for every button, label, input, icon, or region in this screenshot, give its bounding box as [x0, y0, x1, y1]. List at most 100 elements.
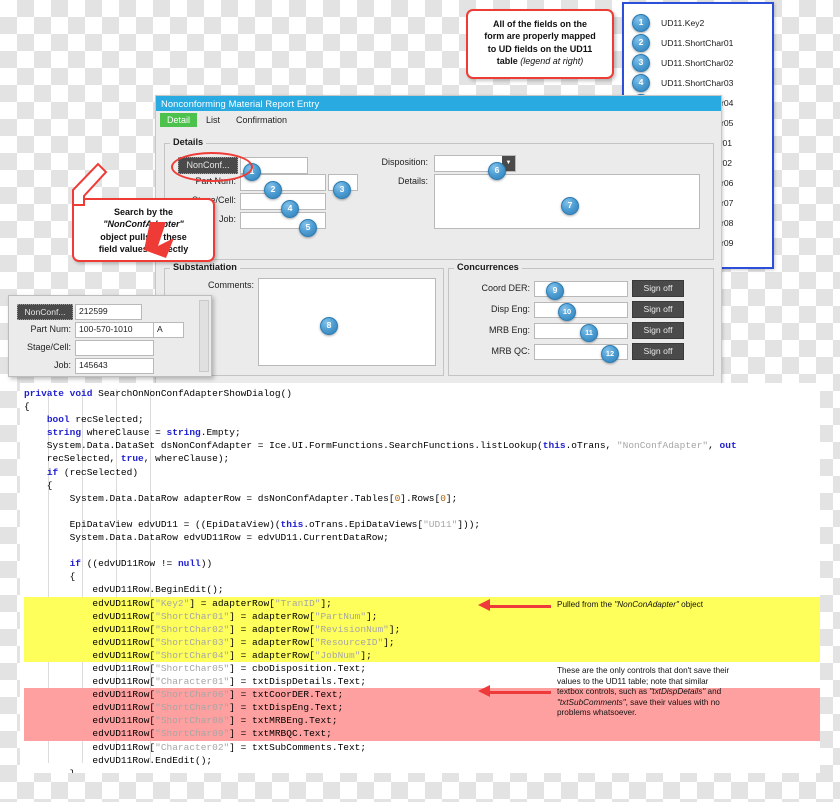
popup-job-label: Job:	[53, 360, 71, 370]
popup-stage-cell-label: Stage/Cell:	[26, 342, 71, 352]
popup-nonconf-value[interactable]: 212599	[75, 304, 142, 320]
legend-item: 2 UD11.ShortChar01	[624, 33, 772, 53]
annotation-only-controls-line5: problems whatsoever.	[557, 708, 637, 718]
code-line-highlight-red: edvUD11Row["ShortChar09"] = txtMRBQC.Tex…	[24, 727, 820, 741]
code-line: }	[24, 767, 820, 773]
disp-eng-label: Disp Eng:	[490, 304, 530, 314]
legend-item-label: UD11.Key2	[661, 18, 705, 28]
coord-der-label: Coord DER:	[481, 283, 530, 293]
annotation-only-controls: These are the only controls that don't s…	[557, 666, 809, 719]
signoff-mrb-qc-button[interactable]: Sign off	[632, 343, 684, 360]
callout-top-line2: form are properly mapped	[484, 31, 596, 42]
code-line-highlight-yellow: edvUD11Row["ShortChar03"] = adapterRow["…	[24, 635, 820, 649]
popup-scrollbar[interactable]	[199, 300, 209, 372]
code-line: string whereClause = string.Empty;	[46, 427, 241, 439]
callout-top-line4: table (legend at right)	[474, 55, 606, 67]
annotation-arrowhead-red	[478, 685, 490, 697]
legend-item: 3 UD11.ShortChar02	[624, 53, 772, 73]
details-label: Details:	[397, 176, 428, 186]
popup-part-num-value[interactable]: 100-570-1010	[75, 322, 154, 338]
annotation-line4-b: , save their values with no	[625, 697, 720, 707]
code-line-highlight-yellow: edvUD11Row["ShortChar04"] = adapterRow["…	[24, 648, 820, 662]
legend-item-label: UD11.ShortChar01	[661, 38, 734, 48]
legend-marker: 4	[632, 74, 650, 92]
code-line: edvUD11Row.EndEdit();	[24, 754, 213, 766]
annotation-only-controls-line1: These are the only controls that don't s…	[557, 666, 730, 675]
annotation-only-controls-line4: "txtSubComments", save their values with…	[557, 698, 809, 709]
nonconf-search-popup: NonConf... 212599 Part Num: 100-570-1010…	[8, 295, 212, 377]
marker-7: 7	[561, 197, 579, 215]
window-title: Nonconforming Material Report Entry	[156, 96, 721, 111]
code-line-highlight-yellow: edvUD11Row["ShortChar02"] = adapterRow["…	[24, 622, 820, 636]
legend-item-label: UD11.ShortChar02	[661, 58, 734, 68]
code-line: bool recSelected;	[46, 414, 144, 426]
annotation-line4-a: "txtSubComments"	[557, 697, 626, 707]
code-line: private void SearchOnNonConfAdapterShowD…	[24, 388, 292, 399]
code-line: edvUD11Row.BeginEdit();	[24, 584, 224, 596]
annotation-arrowhead-yellow	[478, 599, 490, 611]
nonconforming-material-report-entry-window: Nonconforming Material Report Entry Deta…	[155, 95, 722, 385]
popup-stage-cell-value[interactable]	[75, 340, 154, 356]
code-line: if ((edvUD11Row != null))	[69, 558, 213, 570]
marker-10: 10	[558, 303, 576, 321]
annotation-line3-a: textbox controls, such as	[557, 687, 650, 697]
annotation-pulled-from: Pulled from the "NonConAdapter" object	[557, 600, 807, 611]
disposition-label: Disposition:	[381, 157, 428, 167]
concurrences-group-title: Concurrences	[454, 262, 522, 272]
signoff-coord-der-button[interactable]: Sign off	[632, 280, 684, 297]
code-line-highlight-yellow: edvUD11Row["ShortChar01"] = adapterRow["…	[24, 609, 820, 623]
legend-marker: 1	[632, 14, 650, 32]
mrb-eng-label: MRB Eng:	[488, 325, 530, 335]
callout-top-line4-italic: (legend at right)	[520, 56, 584, 67]
disp-eng-input[interactable]	[534, 302, 628, 318]
legend-item: 4 UD11.ShortChar03	[624, 73, 772, 93]
legend-marker: 2	[632, 34, 650, 52]
signoff-disp-eng-button[interactable]: Sign off	[632, 301, 684, 318]
callout-top-line1: All of the fields on the	[493, 19, 587, 29]
marker-9: 9	[546, 282, 564, 300]
marker-11: 11	[580, 324, 598, 342]
annotation-line3-c: and	[705, 687, 722, 697]
callout-top: All of the fields on the form are proper…	[466, 9, 614, 79]
code-line: if (recSelected)	[46, 466, 139, 478]
marker-6: 6	[488, 162, 506, 180]
popup-nonconf-button[interactable]: NonConf...	[17, 304, 73, 320]
callout-top-line3: to UD fields on the UD11	[487, 43, 593, 54]
marker-12: 12	[601, 345, 619, 363]
code-line: System.Data.DataRow adapterRow = dsNonCo…	[24, 492, 458, 504]
annotation-arrow-red	[487, 691, 551, 694]
code-line: {	[24, 571, 76, 583]
marker-3: 3	[333, 181, 351, 199]
code-line: recSelected, true, whereClause);	[24, 453, 230, 465]
marker-2: 2	[264, 181, 282, 199]
legend-marker: 3	[632, 54, 650, 72]
comments-textarea[interactable]	[258, 278, 436, 366]
code-line: System.Data.DataSet dsNonConfAdapter = I…	[24, 440, 737, 452]
annotation-only-controls-line3: textbox controls, such as "txtDispDetail…	[557, 687, 809, 698]
tab-list[interactable]: List	[199, 113, 227, 127]
code-line: edvUD11Row["Character02"] = txtSubCommen…	[24, 741, 367, 753]
details-group-title: Details	[170, 137, 207, 147]
popup-revision-value[interactable]: A	[153, 322, 184, 338]
marker-4: 4	[281, 200, 299, 218]
code-line: System.Data.DataRow edvUD11Row = edvUD11…	[24, 532, 389, 544]
legend-item: 1 UD11.Key2	[624, 13, 772, 33]
tab-confirmation[interactable]: Confirmation	[229, 113, 294, 127]
popup-job-value[interactable]: 145643	[75, 358, 154, 374]
annotation-only-controls-line2: values to the UD11 table; note that simi…	[557, 676, 709, 686]
code-line: {	[24, 401, 30, 413]
callout-top-line4-bold: table	[496, 56, 518, 67]
code-line: EpiDataView edvUD11 = ((EpiDataView)(thi…	[24, 518, 481, 530]
mrb-qc-label: MRB QC:	[491, 346, 530, 356]
popup-part-num-label: Part Num:	[30, 324, 71, 334]
legend-item-label: UD11.ShortChar03	[661, 78, 734, 88]
marker-8: 8	[320, 317, 338, 335]
annotation-pulled-from-suffix: object	[678, 600, 703, 609]
code-line: {	[24, 479, 53, 491]
tab-bar: Detail List Confirmation	[156, 111, 721, 128]
marker-5: 5	[299, 219, 317, 237]
signoff-mrb-eng-button[interactable]: Sign off	[632, 322, 684, 339]
tab-detail[interactable]: Detail	[160, 112, 198, 127]
